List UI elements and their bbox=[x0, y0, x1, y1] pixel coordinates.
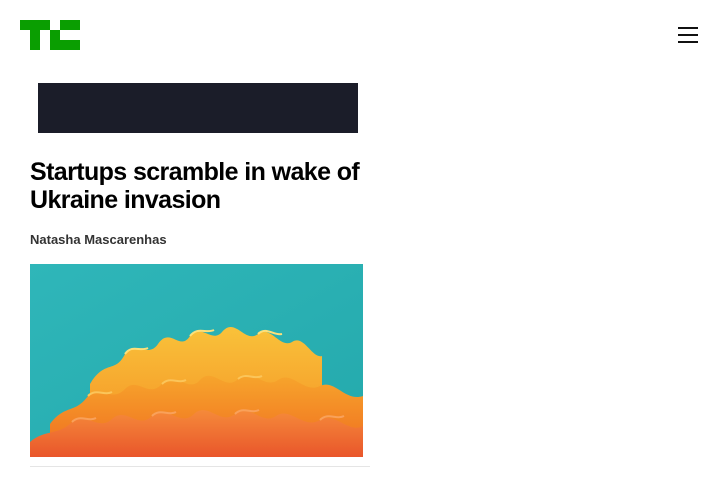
article-image[interactable] bbox=[30, 264, 363, 457]
ad-banner[interactable] bbox=[38, 83, 358, 133]
divider bbox=[30, 466, 370, 467]
article-headline[interactable]: Startups scramble in wake of Ukraine inv… bbox=[30, 158, 370, 214]
page: Startups scramble in wake of Ukraine inv… bbox=[0, 0, 720, 480]
techcrunch-logo[interactable] bbox=[20, 20, 80, 50]
article-author[interactable]: Natasha Mascarenhas bbox=[30, 232, 167, 247]
hamburger-menu-icon[interactable] bbox=[674, 24, 702, 46]
